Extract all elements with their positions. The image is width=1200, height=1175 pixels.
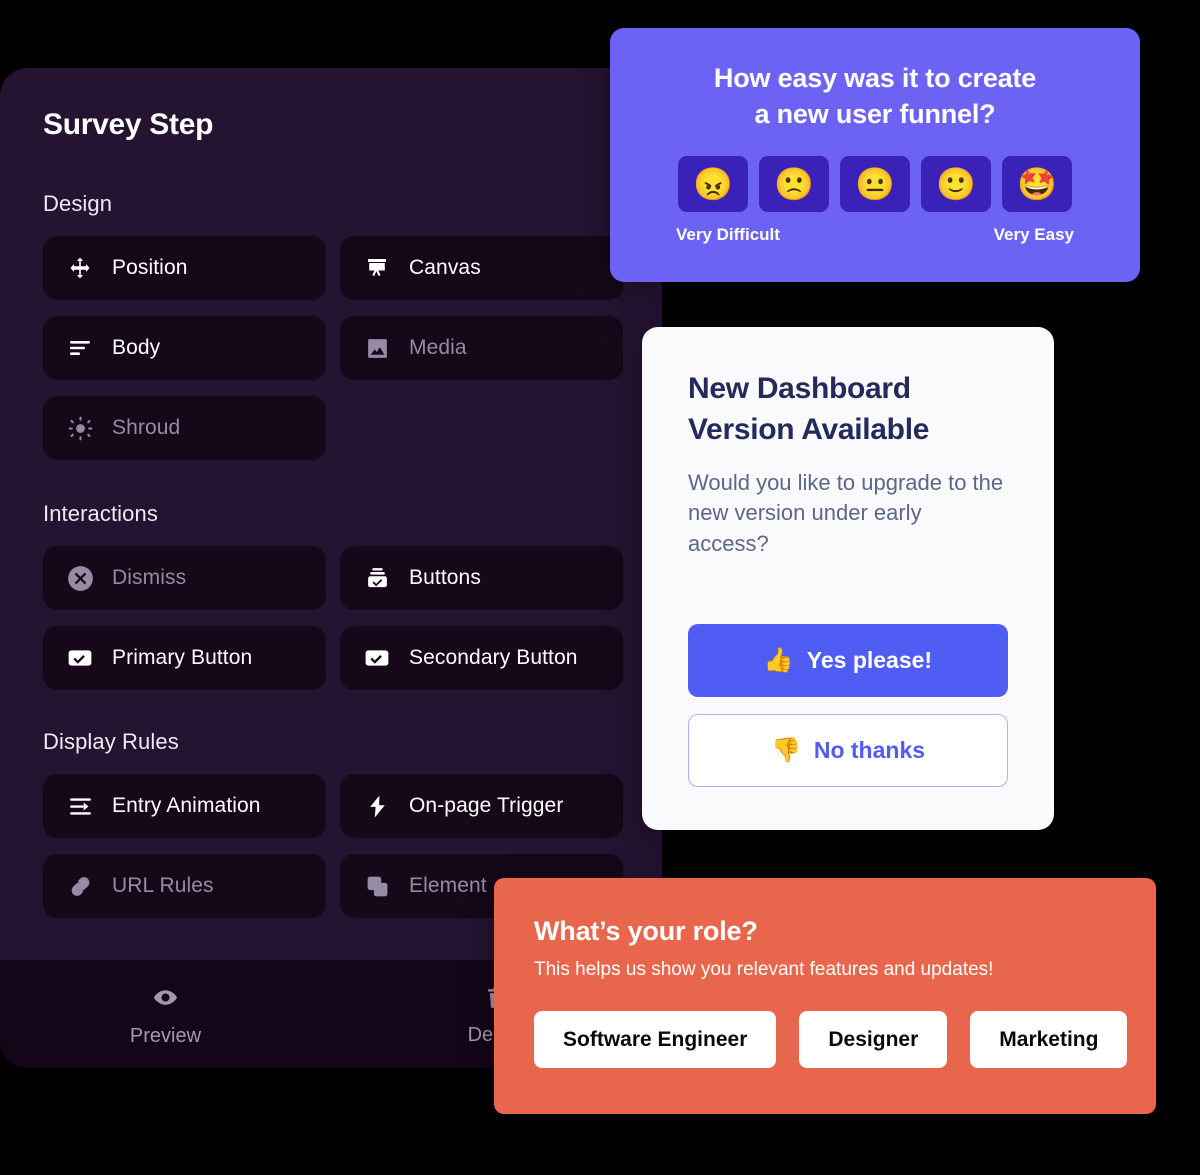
- editor-item-url-rules[interactable]: URL Rules: [43, 854, 326, 918]
- dashboard-card-title: New Dashboard Version Available: [688, 369, 1008, 450]
- role-card-subtitle: This helps us show you relevant features…: [534, 959, 994, 980]
- survey-question-line-1: How easy was it to create: [713, 63, 1037, 93]
- copy-icon: [363, 872, 391, 900]
- editor-item-label: Dismiss: [112, 566, 187, 589]
- editor-item-secondary-button[interactable]: Secondary Button: [340, 626, 623, 690]
- rating-option-neutral-face[interactable]: 😐: [840, 156, 910, 213]
- rating-option-star-struck-face[interactable]: 🤩: [1002, 156, 1072, 213]
- dashboard-title-line-2: Version Available: [688, 412, 930, 446]
- interactions-item-grid: Dismiss Buttons Primary Button Secondary…: [43, 546, 643, 690]
- button-stack-icon: [363, 564, 391, 592]
- survey-question-text: How easy was it to create a new user fun…: [610, 61, 1140, 132]
- editor-item-onpage-trigger[interactable]: On-page Trigger: [340, 774, 623, 838]
- editor-item-label: Media: [409, 336, 467, 359]
- editor-item-label: Shroud: [112, 416, 181, 439]
- editor-item-buttons[interactable]: Buttons: [340, 546, 623, 610]
- slightly-frowning-face-icon: 🙁: [774, 166, 814, 203]
- emoji-rating-scale: 😠 🙁 😐 🙂 🤩: [610, 156, 1140, 213]
- preview-button[interactable]: Preview: [0, 960, 331, 1068]
- text-lines-icon: [66, 334, 94, 362]
- circle-x-icon: [66, 564, 94, 592]
- editor-item-label: Buttons: [409, 566, 481, 589]
- upgrade-yes-button[interactable]: 👍 Yes please!: [688, 624, 1008, 697]
- upgrade-yes-label: Yes please!: [806, 647, 933, 673]
- role-option-marketing[interactable]: Marketing: [970, 1011, 1128, 1068]
- role-option-designer[interactable]: Designer: [799, 1011, 948, 1068]
- editor-item-position[interactable]: Position: [43, 236, 326, 300]
- check-box-icon: [66, 644, 94, 672]
- legend-high-label: Very Easy: [993, 225, 1074, 245]
- section-heading-design: Design: [43, 191, 113, 216]
- link-chain-icon: [66, 872, 94, 900]
- rating-scale-legend: Very Difficult Very Easy: [610, 225, 1140, 245]
- rating-option-slightly-smiling-face[interactable]: 🙂: [921, 156, 991, 213]
- upgrade-no-button[interactable]: 👎 No thanks: [688, 714, 1008, 787]
- editor-item-canvas[interactable]: Canvas: [340, 236, 623, 300]
- editor-item-primary-button[interactable]: Primary Button: [43, 626, 326, 690]
- sun-icon: [66, 414, 94, 442]
- page-title: Survey Step: [43, 108, 214, 141]
- thumbs-down-icon: 👎: [770, 737, 801, 764]
- design-item-grid: Position Canvas Body Media Shroud: [43, 236, 643, 460]
- editor-item-label: Canvas: [409, 256, 481, 279]
- editor-item-label: URL Rules: [112, 874, 214, 897]
- section-heading-display-rules: Display Rules: [43, 729, 179, 754]
- editor-item-label: Primary Button: [112, 646, 253, 669]
- section-design: Design Position Canvas Body Media Shroud: [43, 191, 643, 460]
- screenshot-stage: Survey Step Design Position Canvas Body …: [0, 0, 1200, 1175]
- editor-item-entry-animation[interactable]: Entry Animation: [43, 774, 326, 838]
- dashboard-upgrade-card: New Dashboard Version Available Would yo…: [642, 327, 1054, 830]
- editor-item-label: Body: [112, 336, 161, 359]
- check-box-icon: [363, 644, 391, 672]
- rating-option-slightly-frowning-face[interactable]: 🙁: [759, 156, 829, 213]
- editor-item-media[interactable]: Media: [340, 316, 623, 380]
- role-card-title: What’s your role?: [534, 916, 758, 946]
- star-struck-face-icon: 🤩: [1017, 166, 1057, 203]
- editor-item-label: On-page Trigger: [409, 794, 564, 817]
- eye-icon: [152, 984, 179, 1016]
- editor-item-dismiss[interactable]: Dismiss: [43, 546, 326, 610]
- arrow-in-icon: [66, 792, 94, 820]
- easel-icon: [363, 254, 391, 282]
- editor-item-label: Position: [112, 256, 188, 279]
- role-options-row: Software Engineer Designer Marketing: [534, 1011, 1128, 1068]
- editor-item-shroud[interactable]: Shroud: [43, 396, 326, 460]
- dashboard-title-line-1: New Dashboard: [688, 372, 911, 405]
- editor-item-label: Secondary Button: [409, 646, 578, 669]
- move-arrows-icon: [66, 254, 94, 282]
- rating-option-angry-face[interactable]: 😠: [678, 156, 748, 213]
- thumbs-up-icon: 👍: [763, 647, 794, 674]
- editor-item-label: Element: [409, 874, 487, 897]
- section-heading-interactions: Interactions: [43, 501, 158, 526]
- role-option-software-engineer[interactable]: Software Engineer: [534, 1011, 777, 1068]
- dashboard-card-body: Would you like to upgrade to the new ver…: [688, 470, 1004, 556]
- editor-item-label: Entry Animation: [112, 794, 261, 817]
- role-survey-card: What’s your role? This helps us show you…: [494, 878, 1156, 1114]
- image-icon: [363, 334, 391, 362]
- upgrade-no-label: No thanks: [813, 737, 926, 763]
- lightning-icon: [363, 792, 391, 820]
- neutral-face-icon: 😐: [855, 166, 895, 203]
- survey-question-line-2: a new user funnel?: [754, 98, 996, 129]
- angry-face-icon: 😠: [693, 166, 733, 203]
- slightly-smiling-face-icon: 🙂: [936, 166, 976, 203]
- preview-label: Preview: [129, 1025, 202, 1047]
- section-interactions: Interactions Dismiss Buttons Primary But…: [43, 501, 643, 690]
- survey-question-card: How easy was it to create a new user fun…: [610, 28, 1140, 282]
- editor-item-body[interactable]: Body: [43, 316, 326, 380]
- legend-low-label: Very Difficult: [676, 225, 780, 245]
